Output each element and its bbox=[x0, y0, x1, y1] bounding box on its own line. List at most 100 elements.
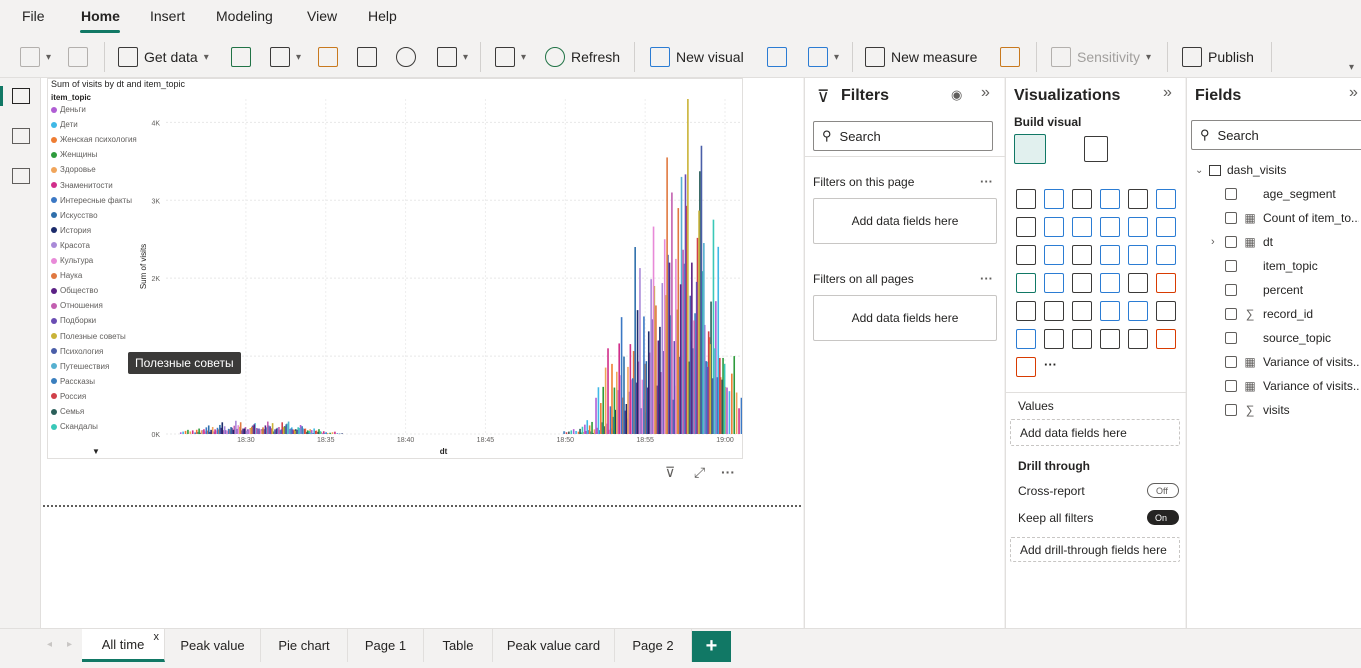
excel-button[interactable] bbox=[231, 44, 251, 70]
more-visuals-icon[interactable]: ··· bbox=[1044, 357, 1064, 377]
transform-data-button[interactable]: ▾ bbox=[495, 44, 526, 70]
field-item[interactable]: item_topic bbox=[1187, 255, 1361, 277]
page-filters-drop-well[interactable]: Add data fields here bbox=[813, 198, 997, 244]
power-apps-icon[interactable] bbox=[1156, 329, 1176, 349]
clustered-column-chart-icon[interactable] bbox=[1100, 189, 1120, 209]
smart-narrative-icon[interactable] bbox=[1072, 329, 1092, 349]
get-data-button[interactable]: Get data ▾ bbox=[118, 44, 209, 70]
kpi-icon[interactable] bbox=[1156, 273, 1176, 293]
field-item[interactable]: ▦ Variance of visits... bbox=[1187, 375, 1361, 397]
sql-button[interactable] bbox=[318, 44, 338, 70]
collapse-fields-icon[interactable]: » bbox=[1349, 84, 1358, 102]
close-icon[interactable]: x bbox=[154, 631, 160, 643]
filters-search-input[interactable]: ⚲ Search bbox=[813, 121, 993, 151]
field-item[interactable]: ▦ Variance of visits... bbox=[1187, 351, 1361, 373]
goals-icon[interactable] bbox=[1100, 329, 1120, 349]
sensitivity-button[interactable]: Sensitivity ▾ bbox=[1051, 44, 1151, 70]
r-visual-icon[interactable] bbox=[1100, 301, 1120, 321]
tab-peak-value-card[interactable]: Peak value card bbox=[493, 629, 615, 662]
stacked-area-chart-icon[interactable] bbox=[1072, 217, 1092, 237]
build-visual-tab-icon[interactable] bbox=[1014, 134, 1046, 164]
ribbon-collapse-chevron-icon[interactable]: ▾ bbox=[1349, 62, 1354, 73]
drill-through-drop-well[interactable]: Add drill-through fields here bbox=[1010, 537, 1180, 562]
100-column-chart-icon[interactable] bbox=[1156, 189, 1176, 209]
tab-table[interactable]: Table bbox=[424, 629, 493, 662]
line-clustered-column-icon[interactable] bbox=[1128, 217, 1148, 237]
area-chart-icon[interactable] bbox=[1044, 217, 1064, 237]
treemap-icon[interactable] bbox=[1156, 245, 1176, 265]
field-checkbox[interactable] bbox=[1225, 332, 1237, 344]
tab-peak-value[interactable]: Peak value bbox=[165, 629, 261, 662]
field-item[interactable]: ∑ visits bbox=[1187, 399, 1361, 421]
menu-file[interactable]: File bbox=[22, 8, 45, 24]
field-checkbox[interactable] bbox=[1225, 356, 1237, 368]
table-row[interactable]: ⌄ dash_visits bbox=[1187, 159, 1361, 181]
values-drop-well[interactable]: Add data fields here bbox=[1010, 419, 1180, 446]
more-visuals-button[interactable]: ▾ bbox=[808, 44, 839, 70]
format-painter-button[interactable] bbox=[68, 44, 88, 70]
model-view-icon[interactable] bbox=[12, 168, 30, 184]
multi-row-card-icon[interactable] bbox=[1128, 273, 1148, 293]
map-icon[interactable] bbox=[1016, 273, 1036, 293]
field-checkbox[interactable] bbox=[1225, 236, 1237, 248]
data-view-icon[interactable] bbox=[12, 128, 30, 144]
scatter-chart-icon[interactable] bbox=[1072, 245, 1092, 265]
add-page-button[interactable]: + bbox=[692, 631, 731, 662]
more-options-icon[interactable]: ··· bbox=[980, 271, 993, 286]
power-automate-icon[interactable] bbox=[1016, 357, 1036, 377]
more-options-icon[interactable]: ··· bbox=[721, 464, 735, 480]
keep-all-filters-toggle[interactable]: On bbox=[1147, 510, 1179, 525]
ribbon-chart-icon[interactable] bbox=[1156, 217, 1176, 237]
field-checkbox[interactable] bbox=[1225, 212, 1237, 224]
field-checkbox[interactable] bbox=[1225, 284, 1237, 296]
line-chart-icon[interactable] bbox=[1016, 217, 1036, 237]
slicer-icon[interactable] bbox=[1016, 301, 1036, 321]
paste-button[interactable]: ▾ bbox=[20, 44, 51, 70]
all-pages-filters-drop-well[interactable]: Add data fields here bbox=[813, 295, 997, 341]
scroll-left-icon[interactable]: ◂ bbox=[47, 639, 52, 650]
line-column-chart-icon[interactable] bbox=[1100, 217, 1120, 237]
recent-sources-button[interactable]: ▾ bbox=[437, 44, 468, 70]
fields-search-input[interactable]: ⚲ Search bbox=[1191, 120, 1361, 150]
collapse-visualizations-icon[interactable]: » bbox=[1163, 84, 1172, 102]
scroll-right-icon[interactable]: ▸ bbox=[67, 639, 72, 650]
publish-button[interactable]: Publish bbox=[1182, 44, 1254, 70]
cross-report-toggle[interactable]: Off bbox=[1147, 483, 1179, 498]
menu-view[interactable]: View bbox=[307, 8, 337, 24]
menu-insert[interactable]: Insert bbox=[150, 8, 185, 24]
data-hub-button[interactable]: ▾ bbox=[270, 44, 301, 70]
qa-icon[interactable] bbox=[1044, 329, 1064, 349]
text-box-button[interactable] bbox=[767, 44, 787, 70]
stacked-bar-chart-icon[interactable] bbox=[1016, 189, 1036, 209]
table-visual-icon[interactable] bbox=[1044, 301, 1064, 321]
matrix-icon[interactable] bbox=[1072, 301, 1092, 321]
quick-measure-button[interactable] bbox=[1000, 44, 1020, 70]
stacked-column-chart-icon[interactable] bbox=[1044, 189, 1064, 209]
python-visual-icon[interactable] bbox=[1128, 301, 1148, 321]
clustered-column-chart-visual[interactable]: Sum of visits by dt and item_topic item_… bbox=[47, 78, 743, 459]
field-checkbox[interactable] bbox=[1225, 260, 1237, 272]
eye-icon[interactable]: ◉ bbox=[951, 87, 962, 103]
legend-scroll-down-icon[interactable]: ▼ bbox=[92, 447, 100, 456]
waterfall-chart-icon[interactable] bbox=[1016, 245, 1036, 265]
key-influencers-icon[interactable] bbox=[1156, 301, 1176, 321]
new-measure-button[interactable]: New measure bbox=[865, 44, 977, 70]
tab-all-time[interactable]: All time x bbox=[82, 629, 165, 662]
field-item[interactable]: ▦ Count of item_to... bbox=[1187, 207, 1361, 229]
focus-mode-icon[interactable]: ⤢ bbox=[694, 464, 705, 481]
new-visual-button[interactable]: New visual bbox=[650, 44, 744, 70]
donut-chart-icon[interactable] bbox=[1128, 245, 1148, 265]
decomposition-tree-icon[interactable] bbox=[1016, 329, 1036, 349]
tab-pie-chart[interactable]: Pie chart bbox=[261, 629, 348, 662]
100-bar-chart-icon[interactable] bbox=[1128, 189, 1148, 209]
report-view-icon[interactable] bbox=[12, 88, 30, 104]
paginated-report-icon[interactable] bbox=[1128, 329, 1148, 349]
field-item[interactable]: ∑ record_id bbox=[1187, 303, 1361, 325]
menu-help[interactable]: Help bbox=[368, 8, 397, 24]
field-checkbox[interactable] bbox=[1225, 308, 1237, 320]
field-item[interactable]: › ▦ dt bbox=[1187, 231, 1361, 253]
more-options-icon[interactable]: ··· bbox=[980, 174, 993, 189]
field-item[interactable]: age_segment bbox=[1187, 183, 1361, 205]
field-checkbox[interactable] bbox=[1225, 188, 1237, 200]
filter-icon[interactable]: ⊽ bbox=[665, 464, 675, 481]
